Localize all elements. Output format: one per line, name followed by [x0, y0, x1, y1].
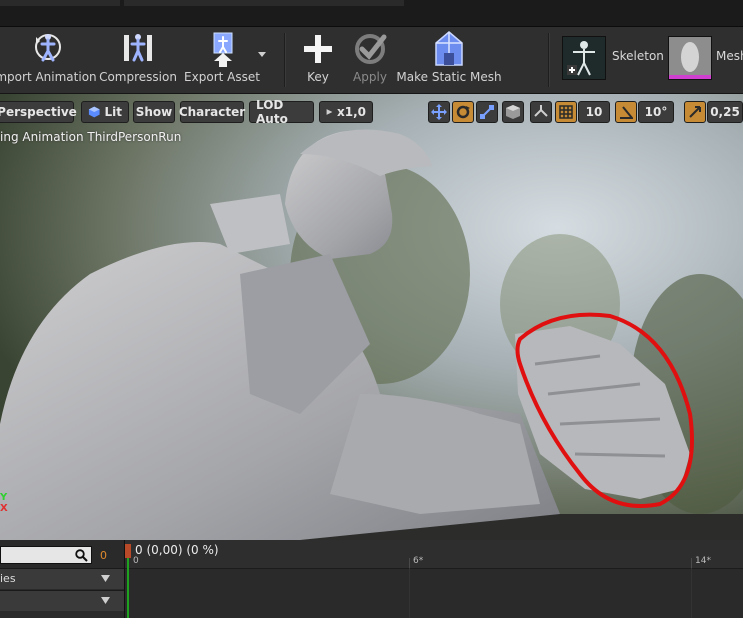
previewing-animation-text: ing Animation ThirdPersonRun: [0, 130, 182, 144]
rotate-icon: [456, 105, 470, 119]
track-list-panel: 0 ies: [0, 540, 125, 618]
import-animation-button[interactable]: mport Animation: [0, 27, 97, 93]
grid-snap-value[interactable]: 10: [578, 101, 610, 123]
track-row-properties[interactable]: ies: [0, 568, 124, 589]
lit-label: Lit: [104, 105, 123, 119]
animation-viewport[interactable]: Perspective Lit Show Character LOD Auto …: [0, 94, 743, 540]
key-plus-icon: [304, 35, 332, 63]
timeline-ruler[interactable]: 0 (0,00) (0 %) 0 6* 14*: [125, 540, 743, 569]
export-asset-icon: [213, 32, 233, 67]
scale-snap-toggle[interactable]: [684, 101, 706, 123]
mesh-thumbnail[interactable]: [668, 36, 712, 80]
translate-arrows-icon: [431, 104, 447, 120]
scale-icon: [480, 105, 494, 119]
window-tab-strip: [0, 0, 743, 27]
playback-speed-button[interactable]: x1,0: [319, 101, 373, 123]
compression-button[interactable]: Compression: [99, 27, 177, 93]
show-button[interactable]: Show: [133, 101, 175, 123]
mesh-label[interactable]: Mesh: [716, 49, 743, 63]
translate-tool-button[interactable]: [428, 101, 450, 123]
lod-label: LOD Auto: [256, 98, 288, 126]
scale-snap-icon: [689, 106, 701, 118]
lit-cube-icon: [88, 106, 100, 118]
tick-mark: [409, 558, 410, 568]
axis-x-label: X: [0, 503, 8, 514]
key-label: Key: [307, 70, 329, 84]
tab-stub: [0, 0, 120, 6]
import-animation-label: mport Animation: [0, 70, 97, 84]
grid-line: [691, 568, 692, 618]
key-button[interactable]: Key: [298, 27, 338, 93]
apply-label: Apply: [353, 70, 387, 84]
export-asset-label: Export Asset: [184, 70, 260, 84]
compression-icon: [124, 34, 152, 62]
asset-toolbar: mport Animation Compression Export Asset…: [0, 27, 743, 94]
make-static-mesh-label: Make Static Mesh: [396, 70, 502, 84]
grid-line: [409, 568, 410, 618]
scale-snap-value[interactable]: 0,25: [707, 101, 743, 123]
skeleton-thumbnail[interactable]: [562, 36, 606, 80]
cube-space-icon: [506, 105, 520, 119]
surface-snap-button[interactable]: [530, 101, 552, 123]
search-icon: [75, 549, 88, 562]
compression-label: Compression: [99, 70, 177, 84]
axis-indicator: Y X: [0, 492, 8, 514]
current-frame-number: 0: [100, 549, 107, 562]
speed-label: x1,0: [337, 105, 366, 119]
track-search-input[interactable]: [0, 546, 92, 564]
timeline-panel: 0 ies 0 (0,00) (0 %) 0 6* 14*: [0, 540, 743, 618]
show-label: Show: [135, 105, 173, 119]
make-static-mesh-button[interactable]: Make Static Mesh: [396, 27, 502, 93]
rotation-snap-toggle[interactable]: [615, 101, 637, 123]
character-label: Character: [178, 105, 246, 119]
apply-button[interactable]: Apply: [348, 27, 392, 93]
make-static-mesh-icon: [435, 31, 463, 66]
import-animation-icon: [35, 34, 61, 62]
skeleton-icon: [563, 37, 605, 79]
character-button[interactable]: Character: [178, 101, 246, 123]
playhead-readout: 0 (0,00) (0 %): [135, 543, 219, 557]
play-speed-icon: [326, 109, 333, 115]
surface-snap-icon: [534, 105, 548, 117]
tick-label: 6*: [413, 556, 424, 566]
tick-label: 0: [133, 556, 139, 566]
rotation-snap-value[interactable]: 10°: [638, 101, 674, 123]
timeline-track-area[interactable]: 0 (0,00) (0 %) 0 6* 14*: [125, 540, 743, 618]
chevron-down-icon[interactable]: [257, 49, 267, 59]
toolbar-separator: [548, 33, 550, 87]
grid-icon: [559, 105, 573, 119]
axis-y-label: Y: [0, 492, 8, 503]
scale-tool-button[interactable]: [476, 101, 498, 123]
tick-label: 14*: [695, 556, 711, 566]
perspective-button[interactable]: Perspective: [0, 101, 77, 123]
grid-snap-toggle[interactable]: [555, 101, 577, 123]
export-asset-button[interactable]: Export Asset: [184, 27, 260, 93]
lod-auto-button[interactable]: LOD Auto: [249, 98, 314, 126]
tab-stub: [124, 0, 404, 6]
skeleton-label[interactable]: Skeleton: [612, 49, 664, 63]
local-space-button[interactable]: [502, 101, 524, 123]
character-preview-scene: [0, 94, 743, 540]
lit-button[interactable]: Lit: [81, 101, 129, 123]
apply-check-icon: [355, 34, 387, 64]
track-label: ies: [0, 572, 16, 585]
angle-icon: [620, 106, 633, 119]
tick-mark: [691, 558, 692, 568]
perspective-label: Perspective: [0, 105, 77, 119]
chevron-down-icon[interactable]: [101, 597, 110, 604]
rotate-tool-button[interactable]: [452, 101, 474, 123]
track-row[interactable]: [0, 590, 124, 611]
mesh-icon: [669, 37, 711, 79]
playhead-handle[interactable]: [125, 544, 131, 558]
toolbar-separator: [284, 33, 286, 87]
chevron-down-icon[interactable]: [101, 575, 110, 582]
